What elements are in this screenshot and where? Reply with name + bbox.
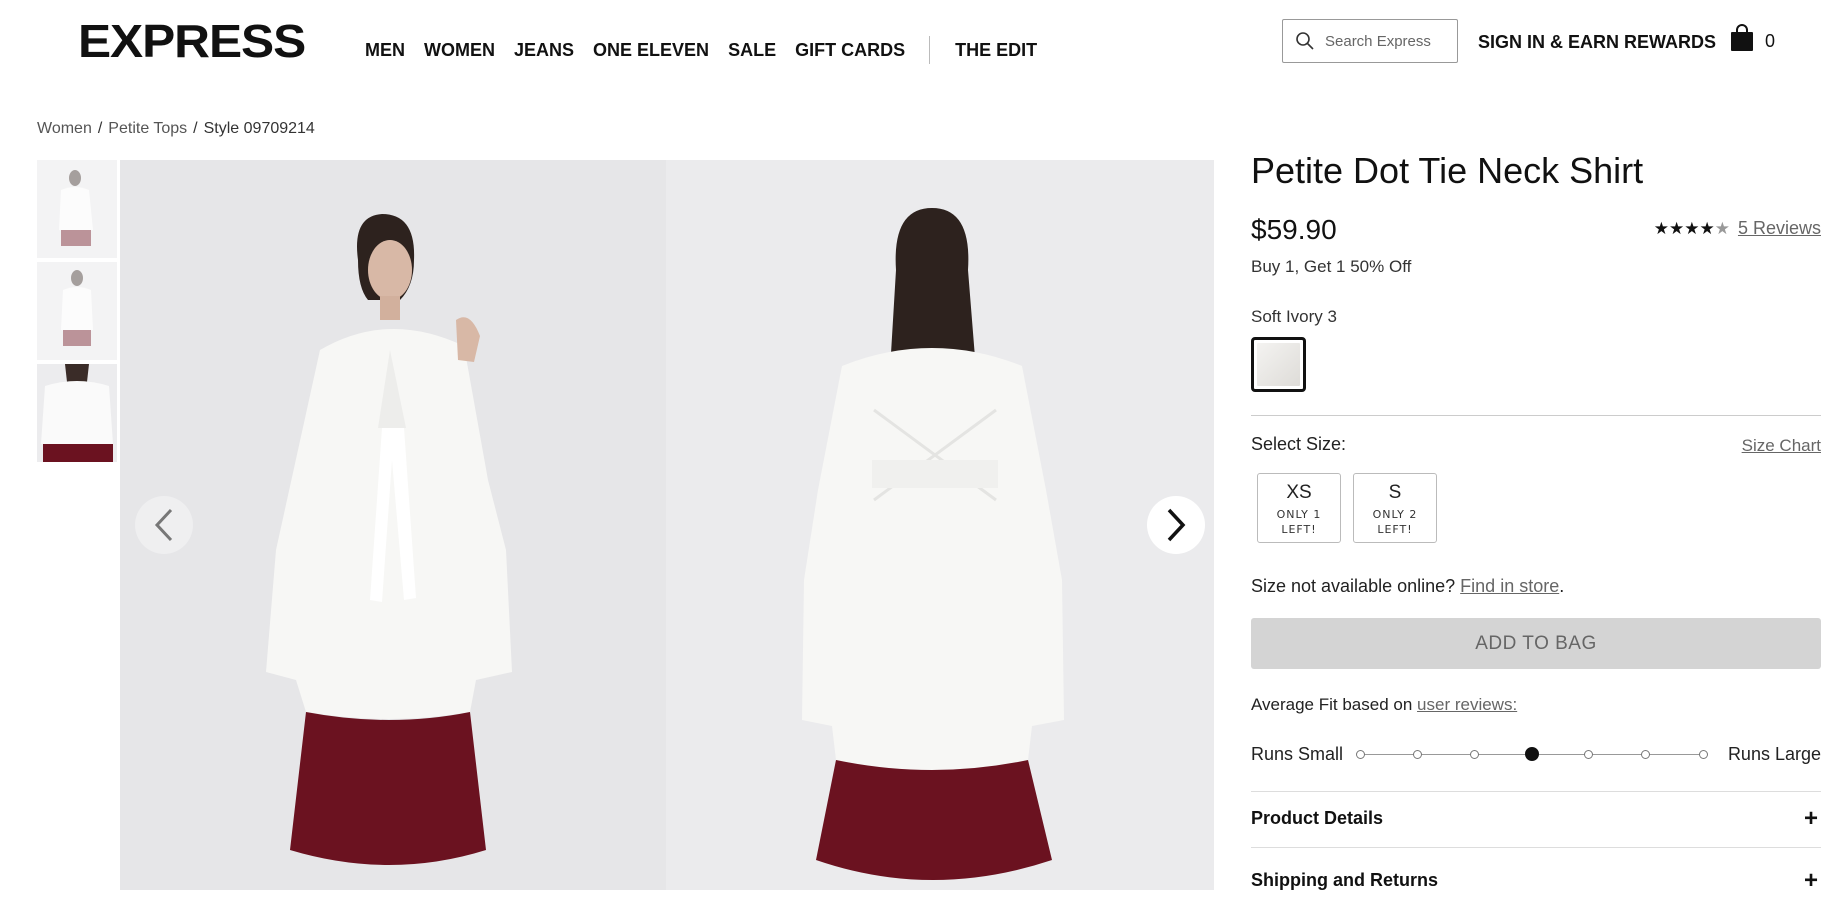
size-chart-link[interactable]: Size Chart xyxy=(1742,436,1821,456)
plus-icon: + xyxy=(1803,867,1818,894)
nav-item-one-eleven[interactable]: ONE ELEVEN xyxy=(593,40,709,61)
stock-note-line2: LEFT! xyxy=(1281,523,1317,536)
thumbnail-detail[interactable] xyxy=(37,364,117,462)
stock-note-line2: LEFT! xyxy=(1377,523,1413,536)
fit-marker xyxy=(1584,750,1594,759)
add-to-bag-button[interactable]: ADD TO BAG xyxy=(1251,618,1821,669)
nav-divider xyxy=(929,36,931,64)
search-icon xyxy=(1296,32,1314,50)
color-name: Soft Ivory 3 xyxy=(1251,307,1337,326)
divider xyxy=(1251,847,1821,848)
sign-in-link[interactable]: SIGN IN & EARN REWARDS xyxy=(1478,32,1716,53)
stock-note-line1: ONLY 2 xyxy=(1372,508,1418,521)
size-not-available: Size not available online? Find in store… xyxy=(1251,576,1564,597)
fit-marker xyxy=(1641,750,1651,759)
size-value: XS xyxy=(1286,482,1312,503)
runs-large-label: Runs Large xyxy=(1727,744,1821,764)
fit-track xyxy=(1355,747,1708,761)
divider xyxy=(1251,415,1821,416)
fit-marker xyxy=(1469,750,1479,759)
divider xyxy=(1251,791,1821,792)
breadcrumb-petite-tops[interactable]: Petite Tops xyxy=(108,120,187,138)
average-fit-label: Average Fit based on user reviews: xyxy=(1251,695,1517,715)
swatch-image xyxy=(1257,343,1300,386)
chevron-right-icon xyxy=(1167,508,1186,542)
color-swatch-soft-ivory[interactable] xyxy=(1251,337,1306,392)
fit-text: Average Fit based on xyxy=(1251,695,1413,714)
express-logo[interactable]: EXPRESS xyxy=(78,14,306,68)
rating-stars-icon: ★★★★★ xyxy=(1653,218,1730,238)
search-input[interactable] xyxy=(1325,32,1450,50)
model-back-image xyxy=(666,160,1214,890)
size-options: XS ONLY 1 LEFT! S ONLY 2 LEFT! xyxy=(1257,473,1449,543)
nav-item-gift-cards[interactable]: GIFT CARDS xyxy=(795,40,905,61)
site-header: EXPRESS MEN WOMEN JEANS ONE ELEVEN SALE … xyxy=(0,0,1826,90)
find-in-store-link[interactable]: Find in store xyxy=(1460,576,1559,596)
thumbnail-back-image xyxy=(37,262,117,360)
thumbnail-back[interactable] xyxy=(37,262,117,360)
nav-item-women[interactable]: WOMEN xyxy=(424,40,495,61)
product-details-accordion[interactable]: Product Details + xyxy=(1251,805,1821,832)
product-image-front xyxy=(120,160,666,890)
fit-marker xyxy=(1355,750,1365,759)
accordion-label: Shipping and Returns xyxy=(1251,870,1438,890)
breadcrumb-separator: / xyxy=(97,120,103,137)
nav-item-the-edit[interactable]: THE EDIT xyxy=(955,40,1037,61)
main-nav: MEN WOMEN JEANS ONE ELEVEN SALE GIFT CAR… xyxy=(365,36,1056,64)
product-image-back xyxy=(666,160,1214,890)
size-option-s[interactable]: S ONLY 2 LEFT! xyxy=(1353,473,1437,543)
reviews-link[interactable]: 5 Reviews xyxy=(1738,218,1821,239)
thumbnail-detail-image xyxy=(37,364,117,462)
size-value: S xyxy=(1388,482,1402,503)
thumbnail-strip xyxy=(37,160,117,466)
breadcrumb: Women / Petite Tops / Style 09709214 xyxy=(37,120,315,138)
breadcrumb-separator: / xyxy=(193,120,198,137)
fit-marker-active xyxy=(1524,747,1539,761)
promo-text: Buy 1, Get 1 50% Off xyxy=(1251,257,1412,276)
shopping-bag-icon xyxy=(1731,24,1753,51)
plus-icon: + xyxy=(1803,805,1818,832)
bag-count: 0 xyxy=(1765,30,1776,51)
breadcrumb-women[interactable]: Women xyxy=(37,120,92,138)
fit-scale: Runs Small Runs Large xyxy=(1251,743,1821,767)
product-image-gallery xyxy=(120,160,1214,890)
product-rating: ★★★★★ 5 Reviews xyxy=(1654,218,1821,239)
search-box[interactable] xyxy=(1282,19,1458,63)
chevron-left-icon xyxy=(154,508,173,542)
product-price: $59.90 xyxy=(1251,214,1337,245)
accordion-label: Product Details xyxy=(1251,808,1384,828)
breadcrumb-style: Style 09709214 xyxy=(203,120,315,137)
product-info-panel: Petite Dot Tie Neck Shirt $59.90 ★★★★★ 5… xyxy=(1251,150,1821,894)
period: . xyxy=(1559,576,1565,596)
product-title: Petite Dot Tie Neck Shirt xyxy=(1251,150,1644,191)
gallery-next-button[interactable] xyxy=(1147,496,1205,554)
model-front-image xyxy=(120,160,666,890)
size-option-xs[interactable]: XS ONLY 1 LEFT! xyxy=(1257,473,1341,543)
thumbnail-front[interactable] xyxy=(37,160,117,258)
select-size-label: Select Size: xyxy=(1251,434,1347,454)
stock-note-line1: ONLY 1 xyxy=(1276,508,1322,521)
user-reviews-link[interactable]: user reviews: xyxy=(1417,695,1517,714)
shipping-returns-accordion[interactable]: Shipping and Returns + xyxy=(1251,867,1821,894)
shopping-bag-button[interactable]: 0 xyxy=(1730,24,1775,52)
runs-small-label: Runs Small xyxy=(1251,744,1344,764)
gallery-prev-button[interactable] xyxy=(135,496,193,554)
nav-item-jeans[interactable]: JEANS xyxy=(514,40,574,61)
thumbnail-front-image xyxy=(37,160,117,258)
fit-marker xyxy=(1698,750,1708,759)
nav-item-men[interactable]: MEN xyxy=(365,40,405,61)
not-available-text: Size not available online? xyxy=(1251,576,1456,596)
fit-marker xyxy=(1412,750,1422,759)
nav-item-sale[interactable]: SALE xyxy=(728,40,776,61)
